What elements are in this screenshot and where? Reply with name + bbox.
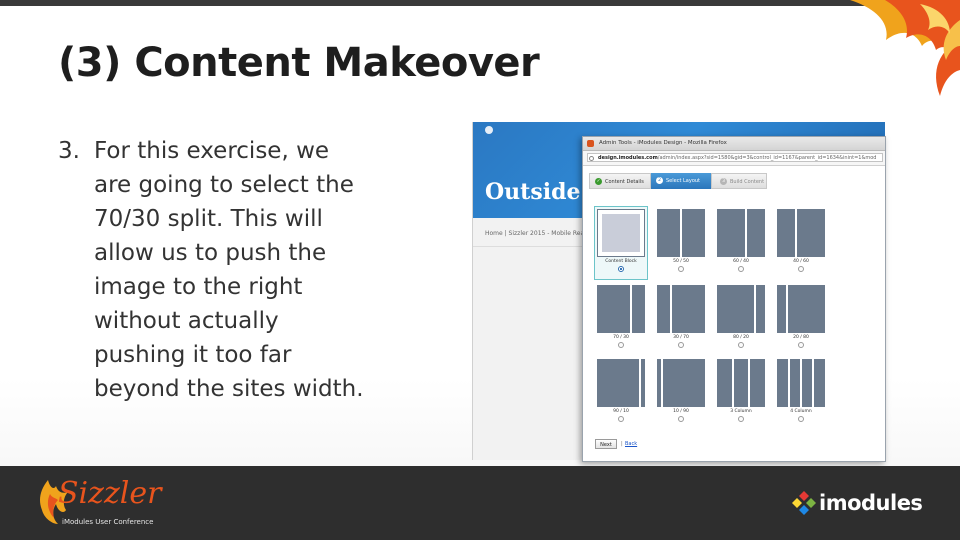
step-content-details[interactable]: ✓ Content Details: [589, 173, 651, 189]
instruction-line-4: allow us to push the: [94, 240, 327, 266]
layout-thumbnail: [777, 285, 825, 333]
step-build-content[interactable]: 3 Build Content: [711, 173, 767, 189]
layout-label: 60 / 40: [733, 259, 749, 264]
sizzler-subtitle: iModules User Conference: [62, 518, 154, 526]
layout-option-80-20[interactable]: 80 / 20: [715, 283, 767, 355]
layout-option-20-80[interactable]: 20 / 80: [775, 283, 827, 355]
layout-option-50-50[interactable]: 50 / 50: [655, 207, 707, 279]
instruction-line-2: are going to select the: [94, 172, 354, 198]
instruction-line-8: beyond the sites width.: [94, 376, 364, 402]
layout-thumbnail: [597, 285, 645, 333]
layout-thumbnail: [597, 359, 645, 407]
sizzler-wordmark: Sizzler: [58, 476, 162, 511]
instruction-line-1: 3. For this exercise, we: [58, 134, 428, 168]
link-separator: |: [621, 441, 623, 447]
site-breadcrumb[interactable]: Home | Sizzler 2015 - Mobile Ready C: [485, 230, 598, 237]
layout-label: 40 / 60: [793, 259, 809, 264]
back-link[interactable]: Back: [625, 439, 637, 449]
layout-thumbnail: [717, 359, 765, 407]
layout-radio[interactable]: [798, 416, 804, 422]
layout-label: 50 / 50: [673, 259, 689, 264]
layout-radio[interactable]: [678, 342, 684, 348]
layout-label: Content Block: [605, 259, 637, 264]
instruction-line-3: 70/30 split. This will: [94, 206, 323, 232]
layout-option-60-40[interactable]: 60 / 40: [715, 207, 767, 279]
step-select-layout[interactable]: 2 Select Layout: [651, 173, 719, 189]
step-number-badge: 2: [656, 177, 663, 184]
globe-icon: [589, 155, 594, 161]
layout-label: 4 Column: [790, 409, 812, 414]
firefox-window: Admin Tools - iModules Design - Mozilla …: [582, 136, 886, 462]
layout-thumbnail: [597, 209, 645, 257]
layout-label: 10 / 90: [673, 409, 689, 414]
layout-radio[interactable]: [618, 342, 624, 348]
url-field[interactable]: design.imodules.com/admin/index.aspx?sid…: [587, 153, 883, 162]
step-number-badge: 3: [720, 178, 727, 185]
instruction-line-5: image to the right: [94, 274, 303, 300]
layout-label: 30 / 70: [673, 335, 689, 340]
layout-thumbnail: [717, 209, 765, 257]
layout-option-90-10[interactable]: 90 / 10: [595, 357, 647, 429]
layout-thumbnail: [657, 359, 705, 407]
imodules-wordmark: imodules: [819, 491, 923, 515]
slide-title: (3) Content Makeover: [58, 40, 540, 86]
layout-option-40-60[interactable]: 40 / 60: [775, 207, 827, 279]
flame-decoration-icon: [850, 0, 960, 96]
layout-option-10-90[interactable]: 10 / 90: [655, 357, 707, 429]
layout-radio[interactable]: [618, 416, 624, 422]
layout-radio[interactable]: [678, 266, 684, 272]
layout-radio[interactable]: [738, 342, 744, 348]
layout-thumbnail: [657, 209, 705, 257]
layout-option-30-70[interactable]: 30 / 70: [655, 283, 707, 355]
window-titlebar: Admin Tools - iModules Design - Mozilla …: [583, 137, 885, 151]
check-icon: ✓: [595, 178, 602, 185]
next-button[interactable]: Next: [595, 439, 617, 449]
url-bar: design.imodules.com/admin/index.aspx?sid…: [583, 151, 885, 166]
layout-radio[interactable]: [738, 416, 744, 422]
layout-option-content-block[interactable]: Content Block: [594, 206, 648, 280]
instruction-line-6: without actually: [94, 308, 279, 334]
window-title: Admin Tools - iModules Design - Mozilla …: [599, 140, 727, 146]
instruction-line-7: pushing it too far: [94, 342, 292, 368]
imodules-mark-icon: [792, 491, 816, 515]
layout-radio[interactable]: [798, 266, 804, 272]
layout-thumbnail: [777, 359, 825, 407]
layout-label: 20 / 80: [793, 335, 809, 340]
layout-option-3-column[interactable]: 3 Column: [715, 357, 767, 429]
instruction-text: 3. For this exercise, we are going to sel…: [58, 134, 428, 406]
layout-label: 70 / 30: [613, 335, 629, 340]
layout-radio[interactable]: [738, 266, 744, 272]
layout-thumbnail: [717, 285, 765, 333]
site-logo-icon: [485, 126, 493, 134]
layout-label: 90 / 10: [613, 409, 629, 414]
layout-label: 80 / 20: [733, 335, 749, 340]
layout-thumbnail: [777, 209, 825, 257]
step-number: 3.: [58, 138, 80, 164]
layout-option-70-30[interactable]: 70 / 30: [595, 283, 647, 355]
layout-radio[interactable]: [618, 266, 624, 272]
layout-thumbnail: [657, 285, 705, 333]
firefox-icon: [587, 140, 594, 147]
layout-grid: Content Block 50 / 50 60 / 40 40 / 60 70…: [594, 206, 835, 429]
layout-label: 3 Column: [730, 409, 752, 414]
slide: (3) Content Makeover 3. For this exercise…: [0, 0, 960, 540]
layout-radio[interactable]: [678, 416, 684, 422]
layout-radio[interactable]: [798, 342, 804, 348]
layout-option-4-column[interactable]: 4 Column: [775, 357, 827, 429]
